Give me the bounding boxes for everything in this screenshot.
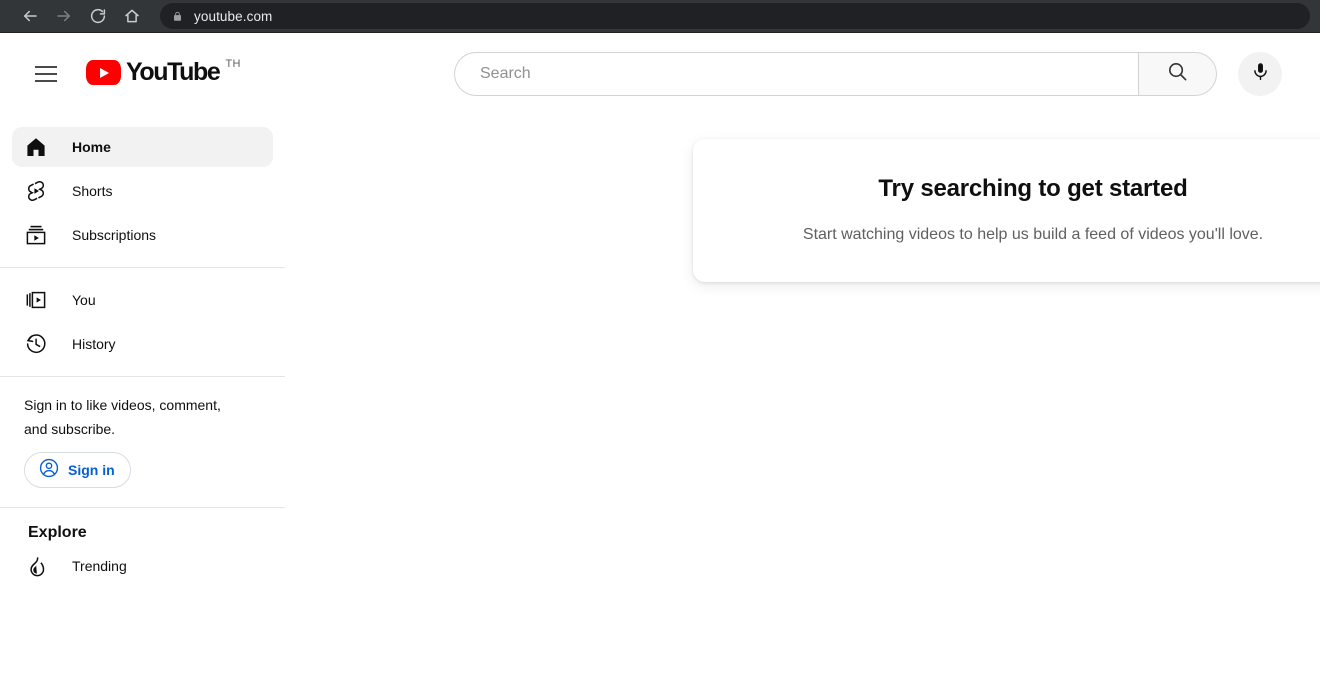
sidebar-item-label: Home <box>72 139 111 155</box>
address-bar-url: youtube.com <box>194 8 273 24</box>
search-icon <box>1166 60 1189 88</box>
sidebar-item-you[interactable]: You <box>12 280 273 320</box>
sign-in-label: Sign in <box>68 462 115 478</box>
promo-title: Try searching to get started <box>878 175 1188 202</box>
sidebar-item-home[interactable]: Home <box>12 127 273 167</box>
home-icon <box>123 7 141 25</box>
signin-prompt-text: Sign in to like videos, comment, and sub… <box>24 397 221 437</box>
sidebar-item-shorts[interactable]: Shorts <box>12 171 273 211</box>
try-searching-card: Try searching to get started Start watch… <box>693 139 1320 282</box>
search-form <box>454 52 1217 96</box>
search-input-container[interactable] <box>454 52 1138 96</box>
subscriptions-icon <box>24 223 48 247</box>
sidebar-item-label: Subscriptions <box>72 227 157 243</box>
guide-sidebar: Home Shorts Subscriptions You History Si… <box>0 115 285 693</box>
guide-section-secondary: You History <box>0 268 285 364</box>
youtube-logo[interactable]: YouTube TH <box>86 54 241 94</box>
sidebar-item-history[interactable]: History <box>12 324 273 364</box>
guide-section-explore: Explore Trending <box>0 508 285 586</box>
signin-block: Sign in to like videos, comment, and sub… <box>0 377 285 488</box>
browser-reload-button[interactable] <box>84 2 112 30</box>
youtube-play-icon <box>86 60 121 85</box>
sidebar-item-subscriptions[interactable]: Subscriptions <box>12 215 273 255</box>
flame-icon <box>24 554 48 578</box>
search-region <box>454 52 1282 96</box>
search-input[interactable] <box>480 65 1138 83</box>
browser-toolbar: youtube.com <box>0 0 1320 33</box>
arrow-right-icon <box>55 7 73 25</box>
youtube-logo-text: YouTube <box>126 58 221 86</box>
main-content: Try searching to get started Start watch… <box>285 115 1320 693</box>
search-submit-button[interactable] <box>1138 52 1217 96</box>
lock-icon <box>172 10 183 23</box>
browser-address-bar[interactable]: youtube.com <box>160 3 1310 29</box>
sidebar-item-label: History <box>72 336 116 352</box>
hamburger-menu-icon[interactable] <box>26 54 66 94</box>
browser-forward-button[interactable] <box>50 2 78 30</box>
account-circle-icon <box>38 457 60 484</box>
browser-back-button[interactable] <box>16 2 44 30</box>
sidebar-item-label: Trending <box>72 558 127 574</box>
youtube-logo-country-code: TH <box>225 58 241 70</box>
arrow-left-icon <box>21 7 39 25</box>
library-icon <box>24 288 48 312</box>
microphone-icon <box>1250 61 1271 87</box>
explore-heading: Explore <box>28 524 87 541</box>
sidebar-item-label: Shorts <box>72 183 113 199</box>
guide-section-primary: Home Shorts Subscriptions <box>0 115 285 255</box>
voice-search-button[interactable] <box>1238 52 1282 96</box>
reload-icon <box>89 7 107 25</box>
history-clock-icon <box>24 332 48 356</box>
sidebar-item-trending[interactable]: Trending <box>12 546 273 586</box>
promo-subtitle: Start watching videos to help us build a… <box>802 226 1264 243</box>
shorts-icon <box>24 179 48 203</box>
sidebar-item-label: You <box>72 292 96 308</box>
sign-in-button[interactable]: Sign in <box>24 452 131 488</box>
house-icon <box>24 135 48 159</box>
browser-home-button[interactable] <box>118 2 146 30</box>
